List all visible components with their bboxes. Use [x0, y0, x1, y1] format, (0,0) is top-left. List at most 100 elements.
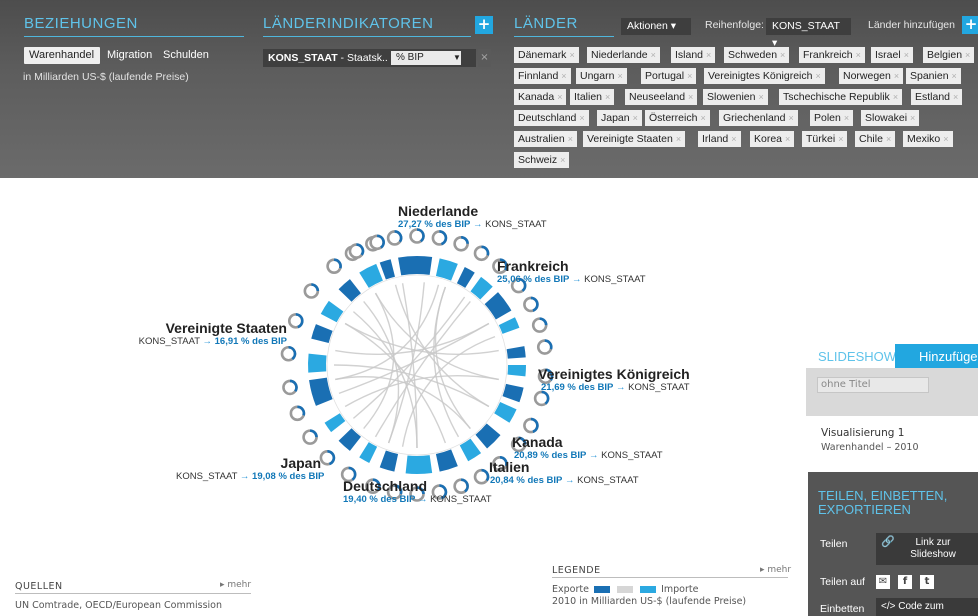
remove-indicator-button[interactable]: × — [478, 49, 491, 67]
close-icon[interactable]: × — [953, 92, 958, 102]
country-chip[interactable]: Slowenien × — [703, 89, 768, 105]
close-icon[interactable]: × — [965, 50, 970, 60]
close-icon[interactable]: × — [633, 113, 638, 123]
country-chip[interactable]: Kanada × — [514, 89, 567, 105]
close-icon[interactable]: × — [785, 134, 790, 144]
close-icon[interactable]: × — [557, 92, 562, 102]
country-chip[interactable]: Irland × — [698, 131, 741, 147]
facebook-icon[interactable]: f — [898, 575, 912, 589]
country-chip[interactable]: Mexiko × — [903, 131, 953, 147]
add-indicator-button[interactable]: + — [475, 16, 493, 34]
country-chip[interactable]: Ungarn × — [576, 68, 627, 84]
close-icon[interactable]: × — [676, 134, 681, 144]
country-chip[interactable]: Polen × — [810, 110, 854, 126]
label-frankreich[interactable]: Frankreich 25,06 % des BIP → KONS_STAAT — [497, 258, 646, 285]
label-vereinigtes-koenigreich[interactable]: Vereinigtes Königreich 21,69 % des BIP →… — [538, 366, 690, 393]
country-chip[interactable]: Vereinigtes Königreich × — [704, 68, 825, 84]
country-chip[interactable]: Neuseeland × — [625, 89, 698, 105]
close-icon[interactable]: × — [700, 113, 705, 123]
country-chip[interactable]: Dänemark × — [514, 47, 579, 63]
country-chip[interactable]: Norwegen × — [839, 68, 904, 84]
close-icon[interactable]: × — [561, 71, 566, 81]
close-icon[interactable]: × — [893, 92, 898, 102]
label-kanada[interactable]: Kanada 20,89 % des BIP → KONS_STAAT — [512, 434, 663, 461]
country-chip[interactable]: Schweiz × — [514, 152, 570, 168]
close-icon[interactable]: × — [780, 50, 785, 60]
mail-icon[interactable]: ✉ — [876, 575, 890, 589]
sources-more-link[interactable]: ▸ mehr — [220, 580, 251, 590]
close-icon[interactable]: × — [651, 50, 656, 60]
slideshow-item[interactable]: Visualisierung 1 Warenhandel – 2010 — [806, 416, 978, 472]
legend-import-swatch — [640, 586, 657, 593]
close-icon[interactable]: × — [560, 155, 565, 165]
slideshow-add-button[interactable]: Hinzufügen — [895, 344, 978, 370]
order-dropdown[interactable]: KONS_STAAT ▾ — [766, 18, 851, 49]
add-countries-label[interactable]: Länder hinzufügen — [868, 19, 955, 31]
close-icon[interactable]: × — [788, 113, 793, 123]
country-chip[interactable]: Deutschland × — [514, 110, 589, 126]
chord-arc-segment — [498, 317, 520, 334]
close-icon[interactable]: × — [605, 92, 610, 102]
label-deutschland[interactable]: Deutschland 19,40 % des BIP → KONS_STAAT — [343, 478, 492, 505]
legend-neutral-swatch — [617, 586, 634, 593]
country-chip[interactable]: Griechenland × — [719, 110, 798, 126]
close-icon[interactable]: × — [943, 134, 948, 144]
country-chip[interactable]: Island × — [671, 47, 716, 63]
link-slideshow-button[interactable]: 🔗 Link zur Slideshow — [876, 533, 978, 565]
close-icon[interactable]: × — [617, 71, 622, 81]
close-icon[interactable]: × — [952, 71, 957, 81]
country-chip[interactable]: Chile × — [855, 131, 896, 147]
country-name: Frankreich — [497, 258, 569, 274]
country-chip[interactable]: Israel × — [871, 47, 913, 63]
close-icon[interactable]: × — [886, 134, 891, 144]
close-icon[interactable]: × — [688, 92, 693, 102]
close-icon[interactable]: × — [758, 92, 763, 102]
legend-more-link[interactable]: ▸ mehr — [760, 565, 791, 575]
close-icon[interactable]: × — [706, 50, 711, 60]
close-icon[interactable]: × — [731, 134, 736, 144]
close-icon[interactable]: × — [910, 113, 915, 123]
label-japan[interactable]: Japan KONS_STAAT → 19,08 % des BIP — [176, 455, 324, 482]
close-icon[interactable]: × — [904, 50, 909, 60]
country-chip[interactable]: Schweden × — [724, 47, 790, 63]
country-chip[interactable]: Italien × — [570, 89, 615, 105]
chord-chart: Niederlande 27,27 % des BIP → KONS_STAAT… — [0, 178, 800, 548]
add-country-button[interactable]: + — [962, 16, 978, 34]
close-icon[interactable]: × — [815, 71, 820, 81]
tab-schulden[interactable]: Schulden — [158, 47, 214, 64]
country-chip[interactable]: Österreich × — [645, 110, 710, 126]
country-chip[interactable]: Frankreich × — [799, 47, 865, 63]
twitter-icon[interactable]: t — [920, 575, 934, 589]
close-icon[interactable]: × — [579, 113, 584, 123]
indicator-unit-select[interactable]: % BIP — [391, 51, 461, 65]
label-italien[interactable]: Italien 20,84 % des BIP → KONS_STAAT — [488, 459, 639, 486]
country-chip[interactable]: Spanien × — [906, 68, 961, 84]
country-chip[interactable]: Türkei × — [802, 131, 848, 147]
label-niederlande[interactable]: Niederlande 27,27 % des BIP → KONS_STAAT — [398, 203, 547, 230]
close-icon[interactable]: × — [687, 71, 692, 81]
country-chip[interactable]: Finnland × — [514, 68, 571, 84]
slideshow-title-input[interactable]: ohne Titel — [817, 377, 929, 393]
country-chip[interactable]: Niederlande × — [587, 47, 660, 63]
indicator-select[interactable]: KONS_STAAT - Staatsk... % BIP ▼ — [263, 49, 476, 67]
label-vereinigte-staaten[interactable]: Vereinigte Staaten KONS_STAAT → 16,91 % … — [134, 320, 287, 347]
country-chip[interactable]: Korea × — [750, 131, 795, 147]
country-chip[interactable]: Australien × — [514, 131, 577, 147]
close-icon[interactable]: × — [569, 50, 574, 60]
close-icon[interactable]: × — [856, 50, 861, 60]
close-icon[interactable]: × — [844, 113, 849, 123]
country-chip[interactable]: Tschechische Republik × — [779, 89, 903, 105]
country-chip[interactable]: Estland × — [911, 89, 963, 105]
country-chip[interactable]: Slowakei × — [861, 110, 920, 126]
close-icon[interactable]: × — [838, 134, 843, 144]
close-icon[interactable]: × — [894, 71, 899, 81]
embed-code-button[interactable]: </> Code zum — [876, 598, 978, 616]
country-chip[interactable]: Portugal × — [641, 68, 697, 84]
country-chip[interactable]: Japan × — [597, 110, 642, 126]
country-chip[interactable]: Vereinigte Staaten × — [583, 131, 686, 147]
country-chip[interactable]: Belgien × — [923, 47, 975, 63]
close-icon[interactable]: × — [568, 134, 573, 144]
tab-warenhandel[interactable]: Warenhandel — [24, 47, 100, 64]
actions-dropdown[interactable]: Aktionen ▾ — [621, 18, 691, 35]
tab-migration[interactable]: Migration — [102, 47, 156, 64]
